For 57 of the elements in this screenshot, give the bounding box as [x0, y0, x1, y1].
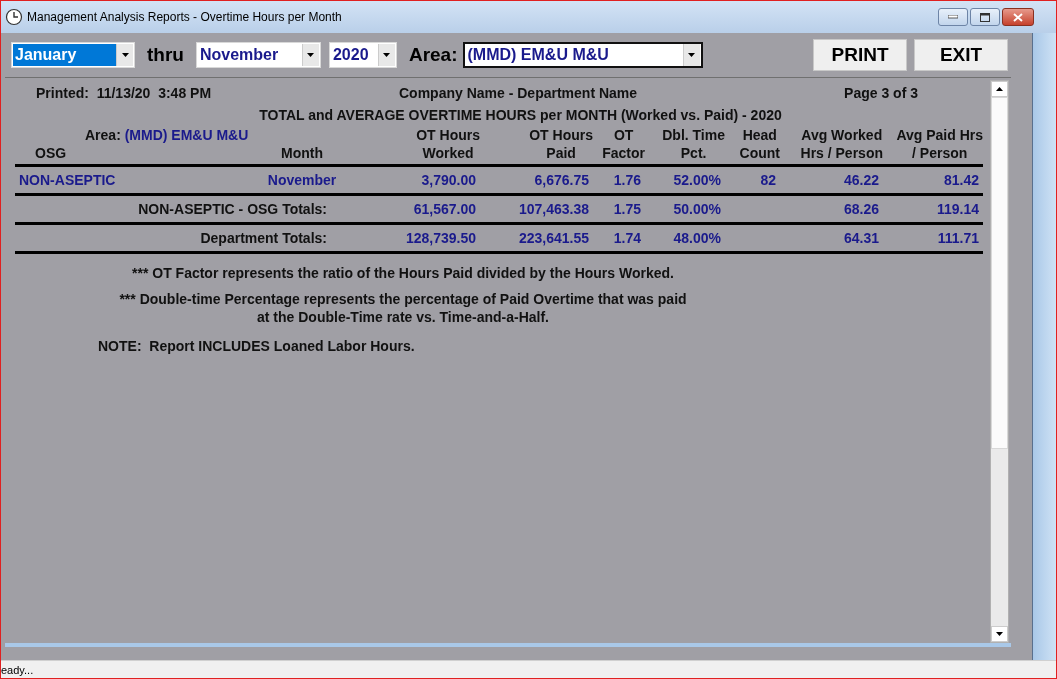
dropdown-field[interactable]: November	[195, 42, 321, 68]
column-header: Month	[281, 144, 323, 162]
table-cell-text: 1.76	[612, 171, 642, 190]
table-cell-text: 107,463.38	[517, 200, 590, 219]
totals-label: NON-ASEPTIC - OSG Totals:	[137, 200, 328, 219]
maximize-icon	[980, 12, 990, 22]
table-cell-text: 81.42	[942, 171, 980, 190]
table-cell-text: 48.00%	[672, 229, 722, 248]
table-cell-text: November	[266, 171, 338, 190]
area-label: Area:	[408, 44, 458, 66]
footnote: *** OT Factor represents the ratio of the Hours Paid divided by the Hours Worked.	[131, 264, 675, 282]
company-name: Company Name - Department Name	[399, 85, 638, 101]
scrollbar[interactable]	[990, 80, 1009, 643]
column-header: OT Hours Worked	[416, 126, 480, 162]
column-header: OT Hours Paid	[529, 126, 593, 162]
action-button[interactable]: PRINT	[813, 39, 907, 71]
table-cell-text: 68.26	[842, 200, 880, 219]
table-cell-text: NON-ASEPTIC	[18, 171, 117, 190]
table-cell-text: 119.14	[935, 200, 980, 219]
printed-date: Printed: 11/13/20 3:48 PM	[35, 85, 213, 101]
table-cell-text: 64.31	[842, 229, 880, 248]
table-cell-text: 3,790.00	[420, 171, 477, 190]
column-header: OSG	[35, 144, 67, 162]
thru-label: thru	[147, 44, 184, 66]
table-cell-text: 1.74	[612, 229, 642, 248]
clock-icon	[5, 8, 23, 26]
close-icon	[1013, 12, 1023, 22]
table-cell-text: 111.71	[936, 229, 980, 248]
column-header: Dbl. Time Pct.	[662, 126, 725, 162]
table-cell-text: 50.00%	[672, 200, 722, 219]
table-cell-text: 1.75	[612, 200, 642, 219]
totals-label: Department Totals:	[199, 229, 328, 248]
table-cell-text: 6,676.75	[533, 171, 590, 190]
footnote: *** Double-time Percentage represents the percentage of Paid Overtime that was paid at the Double-Time rate vs. Time-and-a-Half.	[118, 290, 688, 326]
table-cell-text: 223,641.55	[517, 229, 590, 248]
dropdown-field[interactable]: January	[11, 42, 135, 68]
action-button[interactable]: EXIT	[914, 39, 1008, 71]
minimize-icon	[948, 15, 958, 19]
column-header: Avg Paid Hrs / Person	[896, 126, 983, 162]
area-heading: Area: (MMD) EM&U M&U	[84, 126, 250, 144]
window-title: Management Analysis Reports - Overtime Hours per Month	[27, 10, 342, 24]
table-cell-text: 61,567.00	[412, 200, 477, 219]
page-number: Page 3 of 3	[844, 85, 918, 101]
table-cell-text: 52.00%	[672, 171, 722, 190]
column-header: OT Factor	[602, 126, 645, 162]
close-button[interactable]	[1002, 8, 1034, 26]
table-cell-text: 82	[759, 171, 777, 190]
dropdown-field[interactable]: 2020	[328, 42, 397, 68]
maximize-button[interactable]	[970, 8, 1000, 26]
column-header: Head Count	[739, 126, 780, 162]
table-cell-text: 46.22	[842, 171, 880, 190]
report-title: TOTAL and AVERAGE OVERTIME HOURS per MONTH (Worked vs. Paid) - 2020	[258, 106, 783, 125]
report-note: NOTE: Report INCLUDES Loaned Labor Hours.	[98, 338, 416, 354]
table-cell-text: 128,739.50	[404, 229, 477, 248]
column-header: Avg Worked Hrs / Person	[800, 126, 883, 162]
status-text: eady...	[1, 660, 1056, 678]
dropdown-field[interactable]: (MMD) EM&U M&U	[462, 42, 703, 68]
